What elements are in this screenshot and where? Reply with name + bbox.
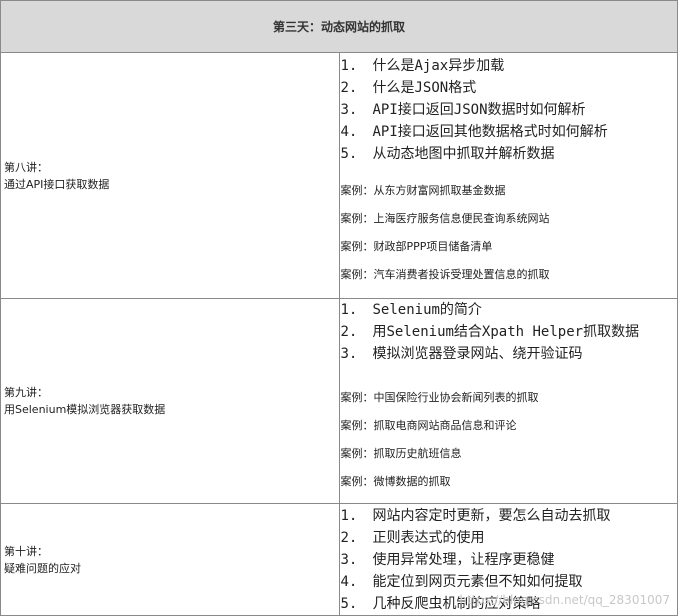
lesson-9-label: 第九讲： bbox=[4, 386, 48, 399]
lesson-10-label: 第十讲： bbox=[4, 544, 48, 558]
lesson-8-content-cell: 1. 什么是Ajax异步加载 2. 什么是JSON格式 3. API接口返回JSON数… bbox=[338, 52, 678, 299]
case-item: 案例：从东方财富网抓取基金数据 bbox=[340, 184, 506, 197]
lesson-9-title-cell: 第九讲： 用Selenium模拟浏览器获取数据 bbox=[0, 298, 340, 504]
lesson-10-name: 疑难问题的应对 bbox=[4, 561, 81, 575]
lesson-8-name: 通过API接口获取数据 bbox=[4, 177, 110, 191]
case-item: 案例：财政部PPP项目储备清单 bbox=[340, 240, 493, 253]
lesson-8-cases: 案例：从东方财富网抓取基金数据 案例：上海医疗服务信息便民查询系统网站 案例：财… bbox=[341, 165, 678, 281]
lesson-8-label: 第八讲： bbox=[4, 160, 48, 174]
list-item: 2. 用Selenium结合Xpath Helper抓取数据 bbox=[340, 324, 640, 340]
lesson-8-topic-list: 1. 什么是Ajax异步加载 2. 什么是JSON格式 3. API接口返回JSON数… bbox=[341, 55, 678, 165]
case-item: 案例：抓取电商网站商品信息和评论 bbox=[340, 419, 517, 432]
list-item: 3. API接口返回JSON数据时如何解析 bbox=[340, 102, 586, 118]
case-item: 案例：中国保险行业协会新闻列表的抓取 bbox=[340, 391, 539, 404]
lesson-10-title-cell: 第十讲： 疑难问题的应对 bbox=[0, 503, 340, 616]
syllabus-table: 第三天：动态网站的抓取 第八讲： 通过API接口获取数据 1. 什么是Ajax异步… bbox=[0, 0, 678, 616]
day-header: 第三天：动态网站的抓取 bbox=[0, 0, 678, 53]
watermark: https://blog.csdn.net/qq_28301007 bbox=[459, 593, 670, 607]
lesson-9-name: 用Selenium模拟浏览器获取数据 bbox=[4, 403, 166, 416]
list-item: 1. 网站内容定时更新，要怎么自动去抓取 bbox=[340, 507, 611, 524]
list-item: 1. 什么是Ajax异步加载 bbox=[340, 58, 505, 74]
list-item: 1. Selenium的简介 bbox=[340, 302, 482, 318]
list-item: 3. 使用异常处理，让程序更稳健 bbox=[340, 551, 555, 568]
list-item: 3. 模拟浏览器登录网站、绕开验证码 bbox=[340, 346, 583, 362]
case-item: 案例：抓取历史航班信息 bbox=[340, 447, 462, 460]
list-item: 5. 从动态地图中抓取并解析数据 bbox=[340, 146, 555, 162]
list-item: 4. API接口返回其他数据格式时如何解析 bbox=[340, 124, 608, 140]
case-item: 案例：汽车消费者投诉受理处置信息的抓取 bbox=[340, 268, 550, 281]
list-item: 2. 正则表达式的使用 bbox=[340, 529, 485, 546]
lesson-8-title-cell: 第八讲： 通过API接口获取数据 bbox=[0, 52, 340, 299]
case-item: 案例：上海医疗服务信息便民查询系统网站 bbox=[340, 212, 550, 225]
lesson-9-content-cell: 1. Selenium的简介 2. 用Selenium结合Xpath Helper抓… bbox=[338, 298, 678, 504]
lesson-9-cases: 案例：中国保险行业协会新闻列表的抓取 案例：抓取电商网站商品信息和评论 案例：抓… bbox=[341, 365, 678, 488]
list-item: 4. 能定位到网页元素但不知如何提取 bbox=[340, 573, 583, 590]
case-item: 案例：微博数据的抓取 bbox=[340, 475, 451, 488]
lesson-9-topic-list: 1. Selenium的简介 2. 用Selenium结合Xpath Helper抓… bbox=[341, 299, 678, 365]
list-item: 2. 什么是JSON格式 bbox=[340, 80, 477, 96]
